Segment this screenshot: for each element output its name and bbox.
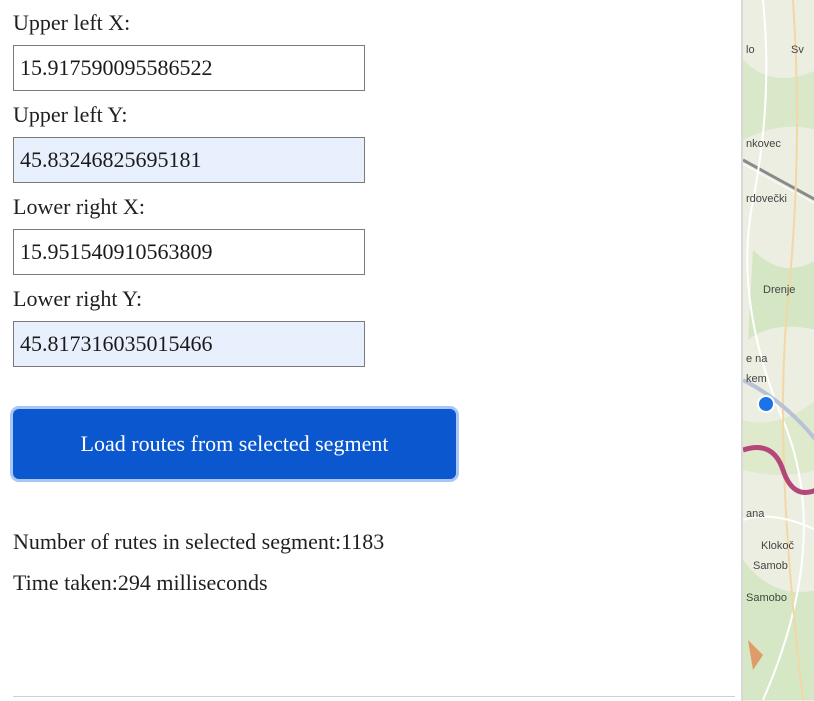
lower-right-x-label: Lower right X:: [13, 194, 145, 219]
map-label: kem: [746, 373, 767, 385]
map-label: rdovečki: [746, 193, 787, 205]
route-count-text: Number of rutes in selected segment:1183: [13, 529, 385, 554]
upper-left-x-label: Upper left X:: [13, 10, 131, 35]
divider: [13, 696, 735, 697]
map-label: Klokoč: [761, 540, 795, 552]
map-label: nkovec: [746, 138, 781, 150]
upper-left-y-input[interactable]: [13, 137, 365, 183]
map-label: ana: [746, 508, 765, 520]
map-view[interactable]: lo Sv nkovec rdovečki Drenje e na kem an…: [741, 0, 814, 701]
location-marker-icon[interactable]: [757, 395, 775, 413]
lower-right-y-label: Lower right Y:: [13, 286, 143, 311]
time-taken-text: Time taken:294 milliseconds: [13, 570, 268, 595]
map-label: Sv: [791, 44, 804, 56]
upper-left-y-label: Upper left Y:: [13, 102, 128, 127]
coordinate-panel: Upper left X: Upper left Y: Lower right …: [0, 0, 740, 701]
map-label: Samobo: [746, 592, 787, 604]
map-label: Drenje: [763, 284, 796, 296]
load-routes-button[interactable]: Load routes from selected segment: [13, 409, 456, 479]
map-label: Samob: [753, 560, 788, 572]
upper-left-x-input[interactable]: [13, 45, 365, 91]
lower-right-y-input[interactable]: [13, 321, 365, 367]
map-label: lo: [746, 44, 755, 56]
lower-right-x-input[interactable]: [13, 229, 365, 275]
map-label: e na: [746, 353, 768, 365]
